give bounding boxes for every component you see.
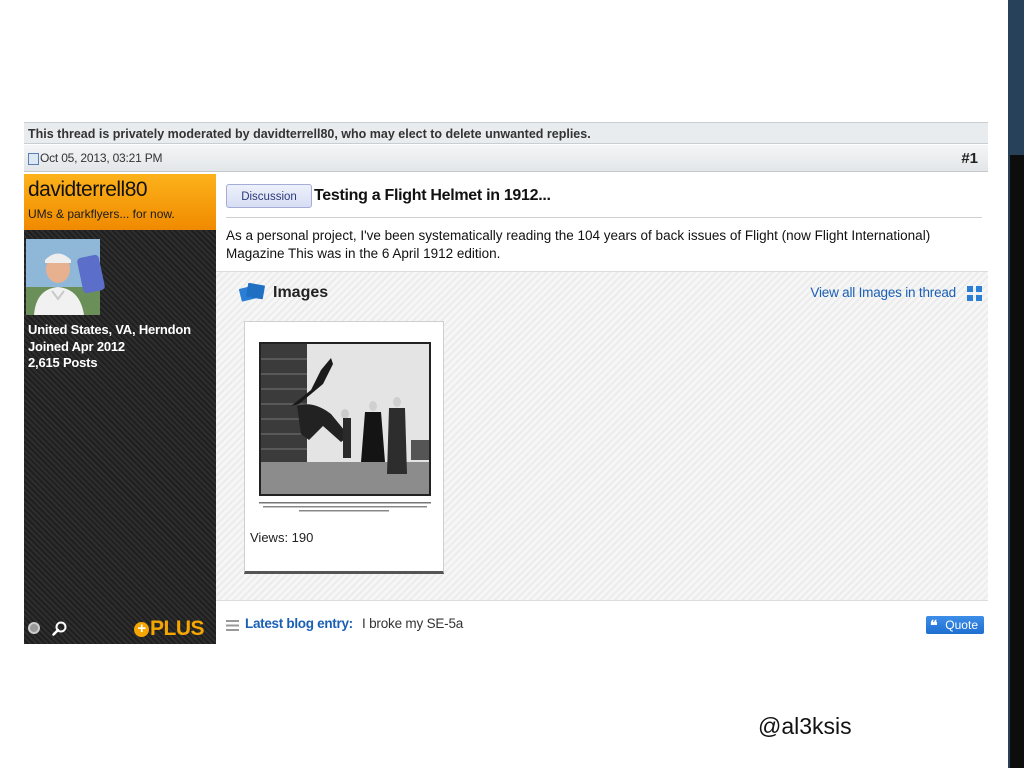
images-heading: Images [273, 284, 329, 301]
search-icon[interactable] [52, 621, 68, 637]
quote-button[interactable]: ❝ Quote [926, 616, 984, 634]
title-divider [226, 217, 982, 218]
image-views-count: Views: 190 [250, 530, 314, 545]
plus-label: PLUS [150, 617, 205, 640]
author-handle: @al3ksis [758, 713, 852, 739]
post-content: Discussion Testing a Flight Helmet in 19… [216, 174, 988, 644]
slide-edge-strip-dark [1010, 155, 1024, 768]
flight-helmet-photo[interactable] [259, 342, 431, 496]
moderation-notice: This thread is privately moderated by da… [24, 122, 988, 144]
user-meta: United States, VA, Herndon Joined Apr 20… [28, 322, 191, 372]
view-all-images-link[interactable]: View all Images in thread [810, 285, 956, 300]
thread-title: Testing a Flight Helmet in 1912... [314, 187, 551, 204]
grid-icon[interactable] [967, 286, 982, 301]
user-sidebar: davidterrell80 UMs & parkflyers... for n… [24, 174, 216, 644]
post-header: Oct 05, 2013, 03:21 PM #1 [24, 145, 988, 172]
plus-badge[interactable]: + PLUS [134, 617, 205, 641]
quote-label: Quote [945, 618, 978, 632]
user-title: UMs & parkflyers... for now. [28, 207, 175, 221]
blog-entry-title[interactable]: I broke my SE-5a [362, 616, 463, 631]
user-footer: + PLUS [24, 616, 216, 644]
user-banner: davidterrell80 UMs & parkflyers... for n… [24, 174, 216, 230]
user-location: United States, VA, Herndon [28, 322, 191, 337]
thread-prefix-badge[interactable]: Discussion [226, 184, 312, 208]
username-link[interactable]: davidterrell80 [28, 178, 148, 202]
quote-icon: ❝ [930, 617, 938, 633]
list-icon [226, 618, 239, 631]
attachments-section: Images View all Images in thread Views: … [216, 271, 988, 601]
images-icon [238, 281, 268, 303]
photo-caption-lines [259, 500, 431, 512]
post-date: Oct 05, 2013, 03:21 PM [40, 151, 163, 165]
post-number-link[interactable]: #1 [961, 145, 978, 172]
post-footer: Latest blog entry: I broke my SE-5a ❝ Quo… [216, 610, 988, 640]
image-thumbnail-card[interactable]: Views: 190 [244, 321, 444, 574]
forum-post: This thread is privately moderated by da… [24, 122, 988, 644]
plus-icon: + [134, 621, 149, 637]
status-dot-icon [28, 622, 40, 634]
post-body-text: As a personal project, I've been systema… [226, 228, 931, 261]
user-post-count: 2,615 Posts [28, 355, 98, 370]
latest-blog-entry-link[interactable]: Latest blog entry: [245, 616, 353, 631]
user-joined: Joined Apr 2012 [28, 338, 125, 354]
post-icon [28, 153, 39, 165]
